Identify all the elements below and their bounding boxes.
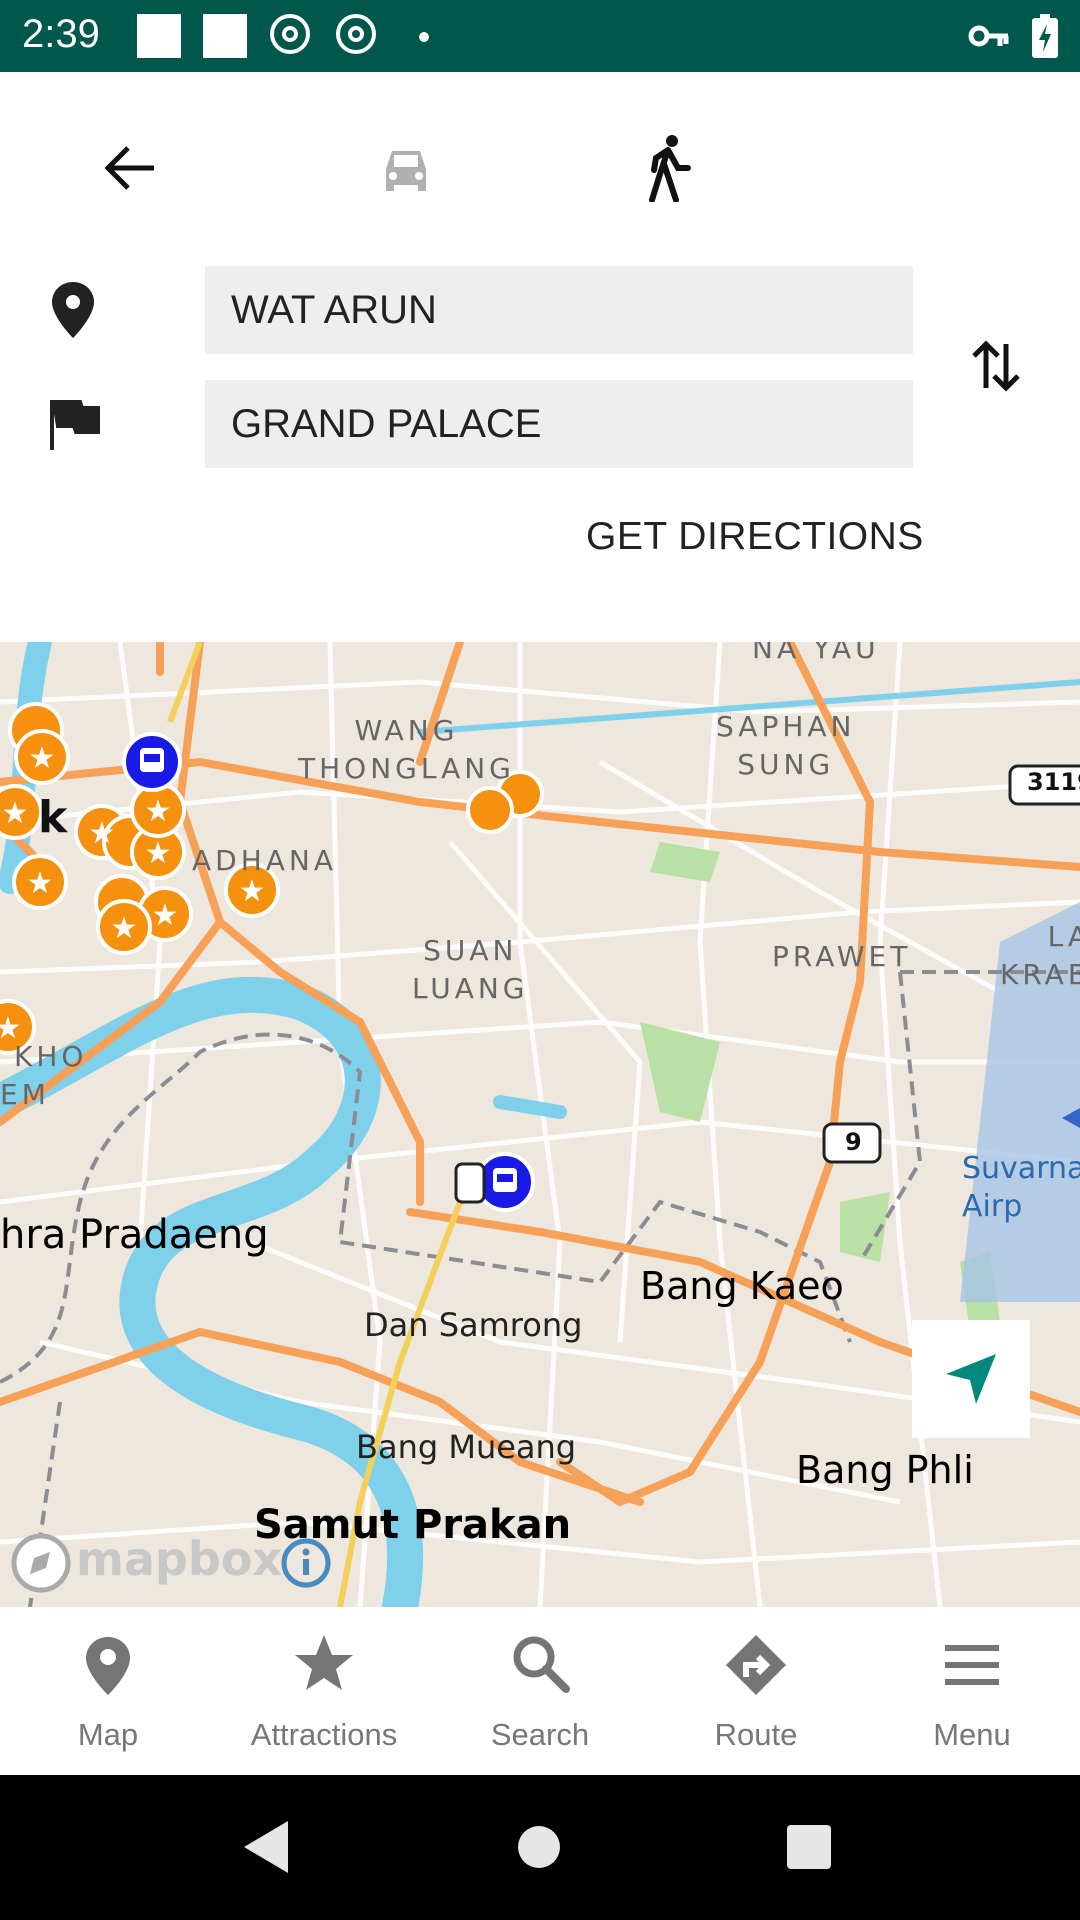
svg-text:★: ★: [152, 898, 179, 933]
notification-icon: [137, 14, 181, 58]
status-bar: 2:39: [0, 0, 1080, 72]
map-label: KHO: [14, 1040, 88, 1073]
map-label: hra Pradaeng: [0, 1212, 269, 1258]
battery-charging-icon: [1032, 14, 1058, 58]
road-shield-label: 9: [845, 1128, 862, 1156]
recents-icon[interactable]: [787, 1825, 831, 1869]
menu-icon: [945, 1645, 999, 1685]
map-label: Dan Samrong: [364, 1306, 583, 1344]
map-view[interactable]: ★ ★ ★ ★ ★ ★ ★ ★ ★ ★ NA YAU WANG THONGLANG: [0, 642, 1080, 1607]
get-directions-button[interactable]: GET DIRECTIONS: [586, 515, 924, 559]
home-icon[interactable]: [517, 1825, 561, 1869]
notification-icon: [203, 14, 247, 58]
status-time: 2:39: [22, 12, 100, 56]
more-notifications-icon: [419, 32, 429, 42]
location-pin-icon: [52, 282, 94, 338]
route-icon: [726, 1635, 786, 1695]
map-label: k: [38, 792, 68, 843]
svg-text:★: ★: [111, 911, 138, 946]
map-label: WANG THONGLANG: [298, 714, 515, 785]
star-icon: [295, 1635, 353, 1690]
svg-text:★: ★: [2, 796, 29, 831]
flag-icon: [50, 400, 100, 450]
map-label: PRAWET: [772, 940, 912, 973]
my-location-button[interactable]: [912, 1320, 1030, 1438]
car-icon[interactable]: [378, 145, 434, 197]
nav-label: Search: [490, 1717, 590, 1752]
search-icon: [513, 1636, 570, 1693]
navigation-arrow-icon: [946, 1354, 996, 1404]
svg-text:★: ★: [145, 794, 172, 829]
svg-text:★: ★: [145, 836, 172, 871]
nav-item-search[interactable]: Search: [432, 1607, 648, 1775]
map-label: LA KRAB: [1000, 920, 1080, 991]
mapbox-logo-icon[interactable]: [10, 1532, 72, 1594]
nav-item-menu[interactable]: Menu: [864, 1607, 1080, 1775]
map-label: Suvarna Airp: [962, 1151, 1080, 1224]
map-label: Bang Kaeo: [640, 1264, 844, 1308]
system-navigation-bar: [0, 1775, 1080, 1920]
map-label: Bang Mueang: [356, 1428, 577, 1466]
nav-item-map[interactable]: Map: [0, 1607, 216, 1775]
svg-text:★: ★: [239, 874, 266, 909]
nav-label: Menu: [933, 1717, 1011, 1752]
nav-item-attractions[interactable]: Attractions: [216, 1607, 432, 1775]
arrow-left-icon[interactable]: [102, 142, 158, 194]
road-shield-label: 3119: [1027, 768, 1080, 796]
nav-label: Attractions: [250, 1717, 398, 1752]
back-icon[interactable]: [242, 1819, 290, 1875]
map-label: EM: [0, 1078, 50, 1111]
walk-icon[interactable]: [646, 134, 692, 202]
map-label: SUAN LUANG: [412, 934, 529, 1005]
svg-text:★: ★: [29, 741, 56, 776]
app-notification-icon: [336, 14, 376, 54]
map-label: Bang Phli: [796, 1448, 974, 1492]
nav-label: Route: [714, 1717, 798, 1752]
map-label: NA YAU: [752, 642, 880, 665]
nav-item-route[interactable]: Route: [648, 1607, 864, 1775]
map-label: ADHANA: [192, 844, 338, 877]
mapbox-wordmark: mapbox: [76, 1532, 283, 1586]
bottom-navigation: Map Attractions Search Route Menu: [0, 1607, 1080, 1775]
map-label: SAPHAN SUNG: [716, 710, 856, 781]
svg-text:★: ★: [89, 816, 116, 851]
origin-field[interactable]: WAT ARUN: [205, 266, 913, 354]
vpn-key-icon: [968, 25, 1009, 47]
app-notification-icon: [270, 14, 310, 54]
swap-vertical-icon[interactable]: [972, 338, 1020, 394]
destination-field[interactable]: GRAND PALACE: [205, 380, 913, 468]
info-icon[interactable]: [280, 1537, 332, 1589]
map-pin-icon: [86, 1637, 130, 1695]
nav-label: Map: [77, 1717, 139, 1752]
svg-text:★: ★: [27, 866, 54, 901]
